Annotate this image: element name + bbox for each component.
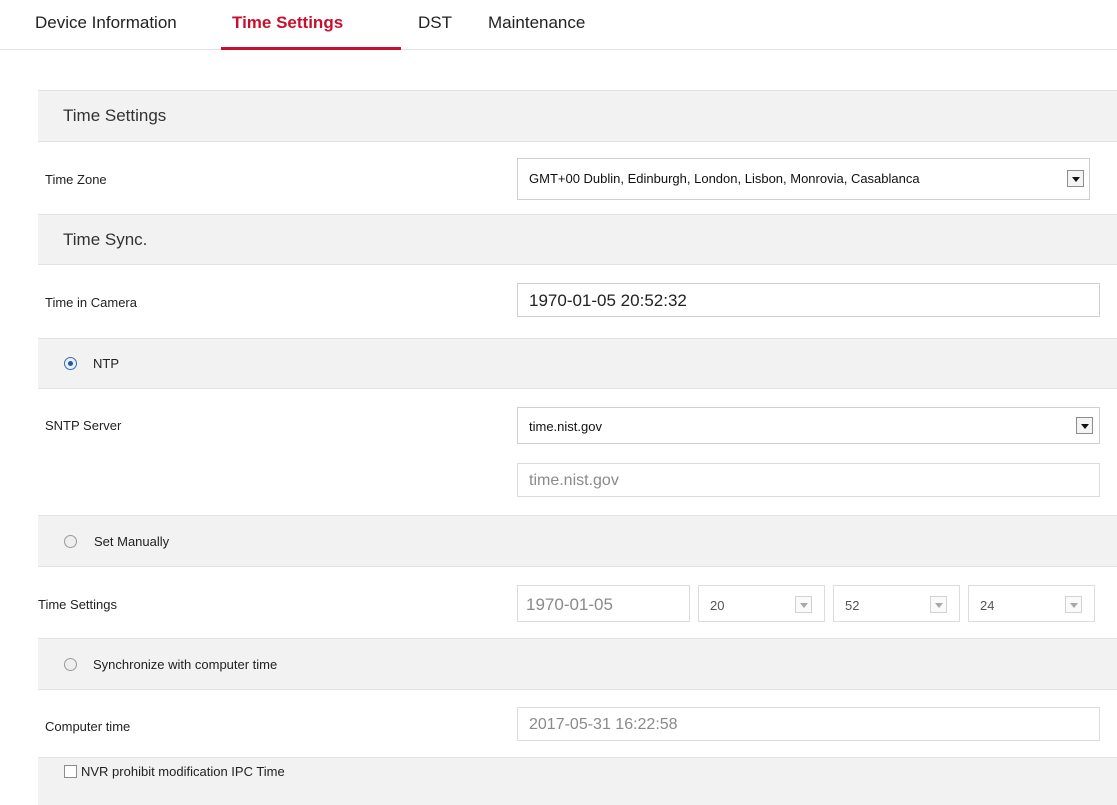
tab-dst[interactable]: DST xyxy=(418,13,452,33)
chevron-down-icon xyxy=(795,596,812,613)
section-title: Time Settings xyxy=(63,106,167,125)
time-zone-value: GMT+00 Dublin, Edinburgh, London, Lisbon… xyxy=(529,171,920,186)
manual-second-value: 24 xyxy=(980,598,995,613)
sntp-server-label: SNTP Server xyxy=(45,418,122,433)
manual-date-value: 1970-01-05 xyxy=(526,595,613,614)
chevron-down-icon xyxy=(1065,596,1082,613)
tab-bar: Device Information Time Settings DST Mai… xyxy=(0,0,1117,50)
manual-time-settings-label: Time Settings xyxy=(38,597,117,612)
time-in-camera-field: 1970-01-05 20:52:32 xyxy=(517,283,1100,317)
manual-minute-select[interactable]: 52 xyxy=(833,585,960,622)
time-in-camera-value: 1970-01-05 20:52:32 xyxy=(529,291,687,310)
manual-date-input[interactable]: 1970-01-05 xyxy=(517,585,690,622)
time-sync-section-header: Time Sync. xyxy=(38,214,1117,265)
set-manually-option-bar: Set Manually xyxy=(38,515,1117,567)
ntp-option-bar: NTP xyxy=(38,338,1117,389)
time-zone-select[interactable]: GMT+00 Dublin, Edinburgh, London, Lisbon… xyxy=(517,158,1090,200)
computer-sync-radio[interactable] xyxy=(64,658,77,671)
computer-time-field: 2017-05-31 16:22:58 xyxy=(517,707,1100,741)
ntp-radio[interactable] xyxy=(64,357,77,370)
computer-time-value: 2017-05-31 16:22:58 xyxy=(529,716,678,733)
tab-maintenance[interactable]: Maintenance xyxy=(488,13,585,33)
time-settings-section-header: Time Settings xyxy=(38,90,1117,142)
tab-device-information[interactable]: Device Information xyxy=(35,13,177,33)
manual-hour-value: 20 xyxy=(710,598,725,613)
chevron-down-icon xyxy=(1076,417,1093,434)
server-address-value: time.nist.gov xyxy=(529,472,619,489)
nvr-prohibit-label: NVR prohibit modification IPC Time xyxy=(81,764,285,779)
chevron-down-icon xyxy=(930,596,947,613)
nvr-prohibit-checkbox[interactable] xyxy=(64,765,77,778)
time-in-camera-label: Time in Camera xyxy=(45,295,137,310)
computer-sync-label: Synchronize with computer time xyxy=(93,657,278,672)
time-zone-label: Time Zone xyxy=(45,172,107,187)
manual-second-select[interactable]: 24 xyxy=(968,585,1095,622)
set-manually-label: Set Manually xyxy=(94,534,170,549)
chevron-down-icon xyxy=(1067,170,1084,187)
sntp-server-select[interactable]: time.nist.gov xyxy=(517,407,1100,444)
server-address-input[interactable]: time.nist.gov xyxy=(517,463,1100,497)
tab-time-settings[interactable]: Time Settings xyxy=(232,13,343,33)
active-tab-indicator xyxy=(221,47,401,50)
section-title: Time Sync. xyxy=(63,230,148,249)
computer-sync-option-bar: Synchronize with computer time xyxy=(38,638,1117,690)
computer-time-label: Computer time xyxy=(45,719,131,734)
manual-hour-select[interactable]: 20 xyxy=(698,585,825,622)
sntp-server-value: time.nist.gov xyxy=(529,419,602,434)
ntp-label: NTP xyxy=(93,356,119,371)
set-manually-radio[interactable] xyxy=(64,535,77,548)
nvr-option-bar: NVR prohibit modification IPC Time xyxy=(38,757,1117,805)
manual-minute-value: 52 xyxy=(845,598,860,613)
